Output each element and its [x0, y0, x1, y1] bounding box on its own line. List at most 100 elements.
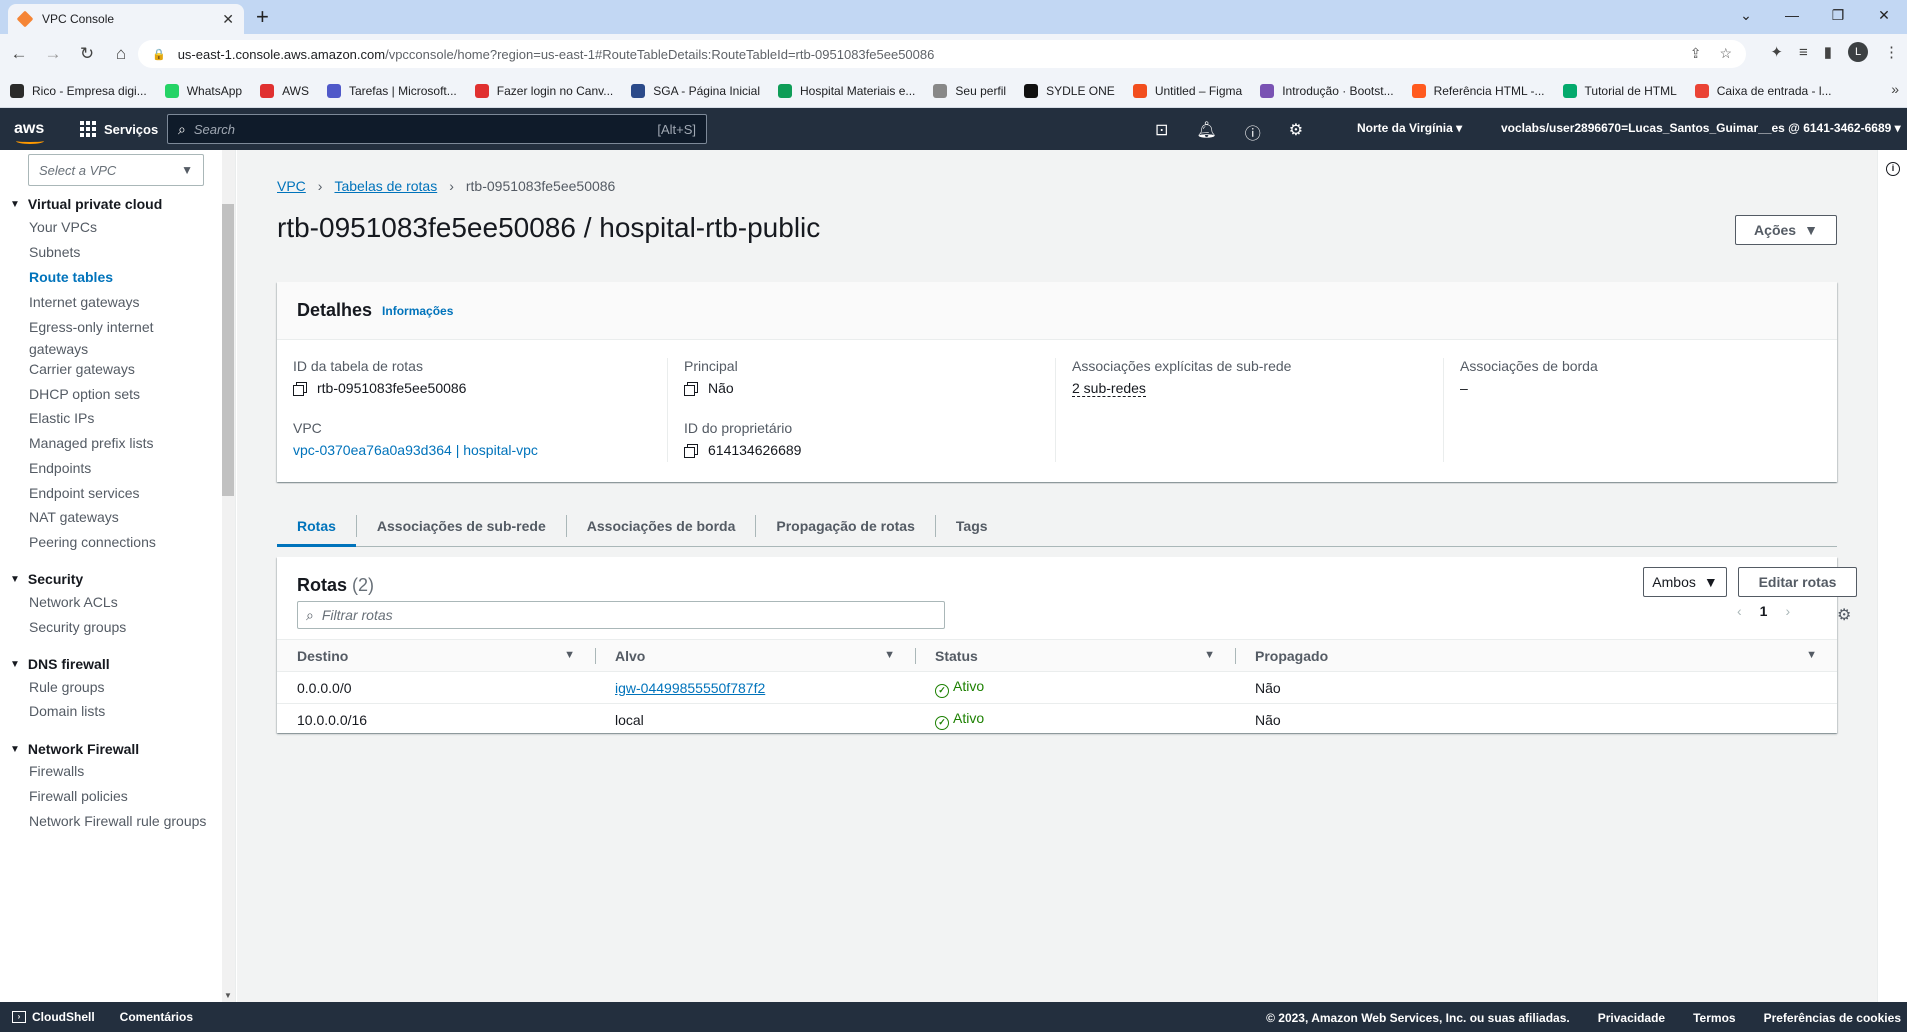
close-tab-icon[interactable]: ✕	[222, 11, 234, 28]
url-bar[interactable]: 🔒 us-east-1.console.aws.amazon.com/vpcco…	[138, 40, 1746, 68]
cookie-preferences-link[interactable]: Preferências de cookies	[1764, 1011, 1901, 1025]
share-icon[interactable]: ⇪	[1690, 45, 1702, 62]
bookmark-item[interactable]: Caixa de entrada - l...	[1694, 83, 1832, 98]
bookmark-item[interactable]: Fazer login no Canv...	[474, 83, 613, 98]
edit-routes-button[interactable]: Editar rotas	[1738, 567, 1857, 597]
sidebar-item-internet-gateways[interactable]: Internet gateways	[29, 291, 215, 313]
bookmark-item[interactable]: Seu perfil	[933, 83, 1006, 98]
scroll-down-arrow-icon[interactable]: ▼	[224, 991, 232, 1000]
services-menu[interactable]: Serviços	[80, 121, 158, 137]
notifications-bell-icon[interactable]: 🔔︎	[1196, 120, 1216, 144]
collapse-caret-icon[interactable]: ▼	[10, 659, 20, 670]
column-header-status[interactable]: Status ▼	[915, 639, 1235, 672]
bookmark-item[interactable]: Referência HTML -...	[1411, 83, 1545, 98]
new-tab-icon[interactable]: +	[256, 4, 269, 30]
bookmark-item[interactable]: Untitled – Figma	[1132, 83, 1242, 98]
actions-button[interactable]: Ações ▼	[1735, 215, 1837, 245]
account-menu[interactable]: voclabs/user2896670=Lucas_Santos_Guimar_…	[1501, 121, 1901, 135]
sidebar-item-egress-only-internet-gateways[interactable]: Egress-only internet gateways	[29, 316, 215, 360]
sidebar-item-firewalls[interactable]: Firewalls	[29, 760, 215, 782]
aws-logo[interactable]: aws	[14, 120, 48, 144]
sidebar-section-header[interactable]: ▼ Security	[10, 571, 83, 587]
explicit-associations-value[interactable]: 2 sub-redes	[1072, 380, 1146, 397]
settings-gear-icon[interactable]: ⚙	[1289, 120, 1303, 144]
route-filter-dropdown[interactable]: Ambos ▼	[1643, 567, 1727, 597]
copy-icon[interactable]	[293, 381, 307, 396]
sidebar-section-header[interactable]: ▼ Virtual private cloud	[10, 196, 162, 212]
sidebar-item-endpoints[interactable]: Endpoints	[29, 457, 215, 479]
copy-icon[interactable]	[684, 443, 698, 458]
info-link[interactable]: Informações	[382, 304, 453, 318]
sidebar-item-endpoint-services[interactable]: Endpoint services	[29, 482, 215, 504]
sidebar-item-elastic-ips[interactable]: Elastic IPs	[29, 407, 215, 429]
sidebar-item-security-groups[interactable]: Security groups	[29, 616, 215, 638]
info-panel-icon[interactable]: i	[1886, 162, 1900, 176]
sidebar-scroll-thumb[interactable]	[222, 204, 234, 496]
bookmark-item[interactable]: Hospital Materiais e...	[778, 83, 915, 98]
extensions-icon[interactable]: ✦	[1770, 43, 1783, 61]
tab-subnet-associations[interactable]: Associações de sub-rede	[355, 514, 566, 537]
minimize-icon[interactable]: —	[1769, 4, 1815, 26]
bookmark-item[interactable]: Rico - Empresa digi...	[10, 83, 147, 98]
igw-link[interactable]: igw-04499855550f787f2	[615, 680, 765, 696]
tab-rotas[interactable]: Rotas	[277, 515, 356, 547]
feedback-link[interactable]: Comentários	[120, 1010, 193, 1024]
bookmark-item[interactable]: Tarefas | Microsoft...	[326, 83, 457, 98]
sidebar-item-nat-gateways[interactable]: NAT gateways	[29, 506, 215, 528]
sidebar-item-domain-lists[interactable]: Domain lists	[29, 700, 215, 722]
aws-search-box[interactable]: ⌕ [Alt+S]	[167, 114, 707, 144]
sidebar-item-your-vpcs[interactable]: Your VPCs	[29, 216, 215, 238]
sidebar-item-network-firewall-rule-groups[interactable]: Network Firewall rule groups	[29, 810, 215, 832]
bookmark-item[interactable]: AWS	[260, 83, 309, 98]
browser-tab[interactable]: VPC Console ✕	[8, 4, 244, 34]
table-row[interactable]: 0.0.0.0/0 igw-04499855550f787f2 ✓ Ativo N…	[277, 671, 1837, 704]
bookmark-item[interactable]: SGA - Página Inicial	[631, 83, 760, 98]
side-panel-icon[interactable]: ▮	[1824, 43, 1832, 61]
sidebar-item-network-acls[interactable]: Network ACLs	[29, 591, 215, 613]
home-icon[interactable]: ⌂	[106, 44, 136, 64]
profile-avatar[interactable]: L	[1848, 42, 1868, 62]
collapse-caret-icon[interactable]: ▼	[10, 199, 20, 210]
prev-page-icon[interactable]: ‹	[1737, 603, 1742, 619]
cloudshell-icon[interactable]: ⊡	[1155, 120, 1168, 144]
reading-list-icon[interactable]: ≡	[1799, 44, 1808, 61]
sort-caret-icon[interactable]: ▼	[884, 649, 895, 661]
help-icon[interactable]: ⓘ	[1245, 120, 1261, 144]
vpc-link[interactable]: vpc-0370ea76a0a93d364 | hospital-vpc	[293, 442, 538, 458]
vpc-filter-select[interactable]: Select a VPC ▼	[28, 154, 204, 186]
lock-icon[interactable]: 🔒	[152, 48, 166, 61]
forward-icon[interactable]: →	[38, 44, 68, 64]
collapse-caret-icon[interactable]: ▼	[10, 744, 20, 755]
next-page-icon[interactable]: ›	[1785, 603, 1790, 619]
privacy-link[interactable]: Privacidade	[1598, 1011, 1665, 1025]
tab-search-icon[interactable]: ⌄	[1723, 4, 1769, 26]
sort-caret-icon[interactable]: ▼	[1806, 649, 1817, 661]
table-row[interactable]: 10.0.0.0/16 local ✓ Ativo Não	[277, 703, 1837, 736]
sidebar-item-rule-groups[interactable]: Rule groups	[29, 676, 215, 698]
more-bookmarks-icon[interactable]: »	[1891, 81, 1899, 97]
sidebar-item-managed-prefix-lists[interactable]: Managed prefix lists	[29, 432, 215, 454]
filter-routes-input[interactable]	[321, 607, 944, 623]
table-preferences-gear-icon[interactable]: ⚙	[1837, 605, 1851, 625]
sidebar-item-dhcp-option-sets[interactable]: DHCP option sets	[29, 383, 215, 405]
sidebar-item-firewall-policies[interactable]: Firewall policies	[29, 785, 215, 807]
chrome-menu-icon[interactable]: ⋮	[1884, 43, 1899, 61]
sidebar-section-header[interactable]: ▼ DNS firewall	[10, 656, 110, 672]
sidebar-section-header[interactable]: ▼ Network Firewall	[10, 741, 139, 757]
bookmark-item[interactable]: Tutorial de HTML	[1562, 83, 1677, 98]
bookmark-item[interactable]: SYDLE ONE	[1024, 83, 1115, 98]
collapse-caret-icon[interactable]: ▼	[10, 574, 20, 585]
sidebar-item-carrier-gateways[interactable]: Carrier gateways	[29, 358, 215, 380]
page-number[interactable]: 1	[1760, 603, 1768, 619]
tab-tags[interactable]: Tags	[934, 514, 1008, 537]
breadcrumb-vpc[interactable]: VPC	[277, 178, 306, 194]
filter-routes-box[interactable]: ⌕	[297, 601, 945, 629]
terms-link[interactable]: Termos	[1693, 1011, 1735, 1025]
breadcrumb-route-tables[interactable]: Tabelas de rotas	[334, 178, 437, 194]
column-header-propagado[interactable]: Propagado ▼	[1235, 639, 1837, 672]
restore-icon[interactable]: ❐	[1815, 4, 1861, 26]
close-window-icon[interactable]: ✕	[1861, 4, 1907, 26]
copy-icon[interactable]	[684, 381, 698, 396]
sidebar-item-route-tables[interactable]: Route tables	[29, 266, 215, 288]
back-icon[interactable]: ←	[4, 44, 34, 64]
